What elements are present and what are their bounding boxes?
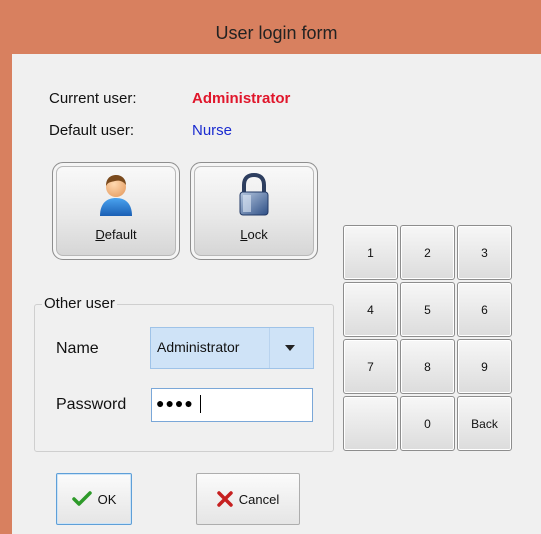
- combobox-separator: [269, 328, 270, 368]
- keypad-key-1[interactable]: 1: [343, 225, 398, 280]
- other-user-legend: Other user: [42, 295, 117, 312]
- keypad-key-4[interactable]: 4: [343, 282, 398, 337]
- keypad-key-7[interactable]: 7: [343, 339, 398, 394]
- keypad-key-9[interactable]: 9: [457, 339, 512, 394]
- padlock-icon: [239, 173, 269, 216]
- lock-button-label: Lock: [240, 227, 268, 242]
- text-caret: [200, 395, 201, 413]
- cancel-button-label: Cancel: [238, 491, 280, 507]
- password-label: Password: [56, 396, 127, 413]
- default-button-label: Default: [95, 227, 137, 242]
- keypad-key-8[interactable]: 8: [400, 339, 455, 394]
- lock-button[interactable]: Lock: [190, 162, 318, 260]
- current-user-value: Administrator: [192, 90, 291, 107]
- current-user-label: Current user:: [49, 90, 137, 107]
- chevron-down-icon[interactable]: [285, 345, 295, 351]
- keypad-key-0[interactable]: 0: [400, 396, 455, 451]
- name-combobox-value: Administrator: [157, 339, 240, 355]
- default-user-button[interactable]: Default: [52, 162, 180, 260]
- password-mask: ●●●●: [156, 395, 194, 411]
- password-input[interactable]: ●●●●: [151, 388, 313, 422]
- title-bar: User login form: [12, 12, 541, 54]
- window-title: User login form: [215, 22, 338, 43]
- keypad-key-2[interactable]: 2: [400, 225, 455, 280]
- cancel-button[interactable]: Cancel: [196, 473, 300, 525]
- user-icon: [100, 175, 132, 216]
- name-combobox[interactable]: Administrator: [150, 327, 314, 369]
- default-user-label: Default user:: [49, 122, 135, 139]
- keypad-key-3[interactable]: 3: [457, 225, 512, 280]
- client-area: Current user: Administrator Default user…: [12, 54, 541, 534]
- default-user-value: Nurse: [192, 122, 233, 139]
- keypad-key-6[interactable]: 6: [457, 282, 512, 337]
- keypad-key-5[interactable]: 5: [400, 282, 455, 337]
- keypad-key-back[interactable]: Back: [457, 396, 512, 451]
- name-label: Name: [56, 340, 99, 357]
- checkmark-icon: [71, 491, 92, 506]
- login-window: User login form Current user: Administra…: [12, 12, 541, 534]
- keypad-key-blank[interactable]: [343, 396, 398, 451]
- close-icon: [217, 491, 233, 507]
- ok-button[interactable]: OK: [56, 473, 132, 525]
- ok-button-label: OK: [97, 491, 117, 507]
